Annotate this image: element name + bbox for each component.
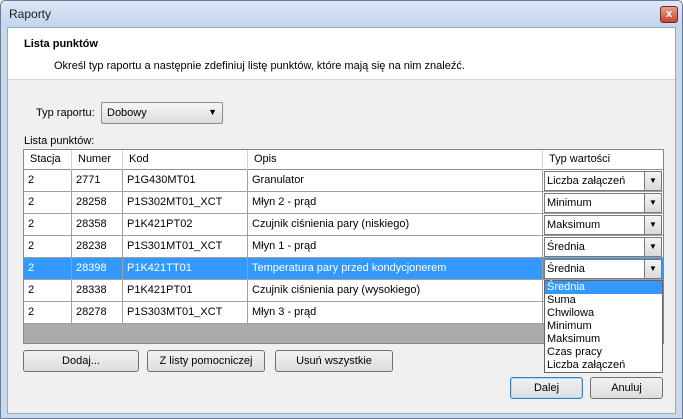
dropdown-option[interactable]: Suma — [545, 294, 662, 307]
value-type-dropdown-list[interactable]: Średnia Suma Chwilowa Minimum Maksimum Czas p… — [544, 280, 663, 373]
cell-code: P1K421PT01 — [123, 280, 248, 302]
window-title: Raporty — [9, 7, 52, 21]
cell-number: 28258 — [72, 192, 123, 214]
cell-description: Czujnik ciśnienia pary (wysokiego) — [248, 280, 543, 302]
table-row[interactable]: 2 2771 P1G430MT01 Granulator Liczba załączeń… — [24, 170, 663, 192]
chevron-down-icon: ▼ — [208, 107, 217, 117]
chevron-down-icon[interactable]: ▼ — [644, 260, 661, 278]
dropdown-option[interactable]: Liczba załączeń — [545, 359, 662, 372]
chevron-down-icon[interactable]: ▼ — [644, 216, 661, 234]
cell-code: P1S302MT01_XCT — [123, 192, 248, 214]
points-list-label: Lista punktów: — [24, 135, 95, 147]
table-row[interactable]: 2 28258 P1S302MT01_XCT Młyn 2 - prąd Minimum… — [24, 192, 663, 214]
cell-code: P1K421PT02 — [123, 214, 248, 236]
add-button[interactable]: Dodaj... — [23, 350, 139, 372]
report-type-value: Dobowy — [107, 107, 147, 119]
cell-description: Czujnik ciśnienia pary (niskiego) — [248, 214, 543, 236]
page-description: Określ typ raportu a następnie zdefiniuj… — [54, 60, 465, 72]
cell-description: Temperatura pary przed kondycjonerem — [248, 258, 543, 280]
next-button[interactable]: Dalej — [510, 377, 583, 399]
remove-all-button[interactable]: Usuń wszystkie — [275, 350, 393, 372]
value-type-select[interactable]: Średnia ▼ — [544, 259, 662, 279]
value-type-value: Liczba załączeń — [547, 175, 626, 187]
cell-number: 28358 — [72, 214, 123, 236]
cell-station: 2 — [24, 236, 72, 258]
from-aux-list-button[interactable]: Z listy pomocniczej — [147, 350, 265, 372]
cell-code: P1K421TT01 — [123, 258, 248, 280]
close-button[interactable]: x — [660, 6, 678, 23]
table-row[interactable]: 2 28238 P1S301MT01_XCT Młyn 1 - prąd Średnia… — [24, 236, 663, 258]
column-header-description[interactable]: Opis — [248, 150, 543, 170]
cell-number: 28238 — [72, 236, 123, 258]
value-type-select[interactable]: Maksimum ▼ — [544, 215, 662, 235]
column-header-number[interactable]: Numer — [72, 150, 123, 170]
cell-station: 2 — [24, 258, 72, 280]
value-type-value: Średnia — [547, 263, 585, 275]
value-type-value: Średnia — [547, 241, 585, 253]
cell-station: 2 — [24, 214, 72, 236]
dropdown-option[interactable]: Średnia — [545, 281, 662, 294]
chevron-down-icon[interactable]: ▼ — [644, 172, 661, 190]
value-type-select[interactable]: Minimum ▼ — [544, 193, 662, 213]
cell-station: 2 — [24, 280, 72, 302]
cell-number: 2771 — [72, 170, 123, 192]
title-bar[interactable]: Raporty x — [1, 1, 682, 26]
grid-header: Stacja Numer Kod Opis Typ wartości — [24, 150, 663, 170]
dialog-window: Raporty x Lista punktów Określ typ rapor… — [0, 0, 683, 419]
cell-number: 28278 — [72, 302, 123, 324]
value-type-select[interactable]: Średnia ▼ — [544, 237, 662, 257]
cell-station: 2 — [24, 192, 72, 214]
wizard-header: Lista punktów Określ typ raportu a nastę… — [8, 28, 675, 80]
value-type-value: Maksimum — [547, 219, 601, 231]
cell-description: Młyn 3 - prąd — [248, 302, 543, 324]
dropdown-option[interactable]: Maksimum — [545, 333, 662, 346]
cell-code: P1S301MT01_XCT — [123, 236, 248, 258]
value-type-select[interactable]: Liczba załączeń ▼ — [544, 171, 662, 191]
cell-code: P1S303MT01_XCT — [123, 302, 248, 324]
cell-code: P1G430MT01 — [123, 170, 248, 192]
value-type-value: Minimum — [547, 197, 592, 209]
dialog-body: Lista punktów Określ typ raportu a nastę… — [7, 27, 676, 414]
chevron-down-icon[interactable]: ▼ — [644, 194, 661, 212]
cell-description: Młyn 2 - prąd — [248, 192, 543, 214]
cancel-button[interactable]: Anuluj — [590, 377, 663, 399]
dropdown-option[interactable]: Minimum — [545, 320, 662, 333]
cell-description: Młyn 1 - prąd — [248, 236, 543, 258]
column-header-code[interactable]: Kod — [123, 150, 248, 170]
cell-number: 28398 — [72, 258, 123, 280]
page-title: Lista punktów — [24, 38, 98, 50]
cell-station: 2 — [24, 302, 72, 324]
cell-station: 2 — [24, 170, 72, 192]
report-type-label: Typ raportu: — [36, 107, 95, 119]
dropdown-option[interactable]: Chwilowa — [545, 307, 662, 320]
column-header-value-type[interactable]: Typ wartości — [543, 150, 663, 170]
column-header-station[interactable]: Stacja — [24, 150, 72, 170]
cell-number: 28338 — [72, 280, 123, 302]
chevron-down-icon[interactable]: ▼ — [644, 238, 661, 256]
table-row[interactable]: 2 28358 P1K421PT02 Czujnik ciśnienia pary (… — [24, 214, 663, 236]
report-type-select[interactable]: Dobowy ▼ — [101, 102, 223, 124]
cell-description: Granulator — [248, 170, 543, 192]
table-row[interactable]: 2 28398 P1K421TT01 Temperatura pary przed k… — [24, 258, 663, 280]
dropdown-option[interactable]: Czas pracy — [545, 346, 662, 359]
